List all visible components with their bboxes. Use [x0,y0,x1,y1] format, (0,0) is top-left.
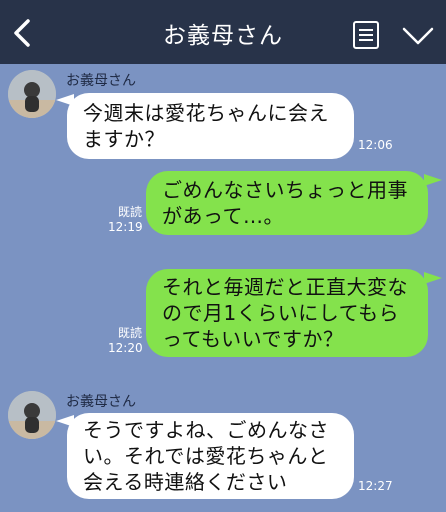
avatar[interactable] [8,70,56,118]
sender-name: お義母さん [66,394,136,410]
bubble-tail [424,272,442,284]
read-receipt: 既読 [117,205,142,219]
bubble-tail [424,174,442,186]
chevron-down-icon[interactable] [402,26,434,46]
message-meta: 既読 12:20 [108,326,143,356]
chat-header: お義母さん [0,0,446,64]
notes-icon[interactable] [352,20,380,50]
message-bubble-outgoing[interactable]: ごめんなさいちょっと用事 があって…。 [146,171,428,235]
avatar[interactable] [8,391,56,439]
message-bubble-outgoing[interactable]: それと毎週だと正直大変な ので月1くらいにしてもら ってもいいですか？ [146,269,428,357]
message-time: 12:27 [358,479,393,493]
message-text: 今週末は愛花ちゃんに会え ますか？ [83,101,329,151]
message-time: 12:06 [358,138,393,152]
message-bubble-incoming[interactable]: そうですよね、ごめんなさ い。それでは愛花ちゃんと 会える時連絡ください [67,413,354,499]
message-text: そうですよね、ごめんなさ い。それでは愛花ちゃんと 会える時連絡ください [83,418,329,494]
message-time: 12:19 [108,220,143,234]
message-text: ごめんなさいちょっと用事 があって…。 [162,178,408,228]
read-receipt: 既読 [117,326,142,340]
message-text: それと毎週だと正直大変な ので月1くらいにしてもら ってもいいですか？ [162,275,408,351]
sender-name: お義母さん [66,73,136,89]
message-meta: 既読 12:19 [108,205,143,235]
message-bubble-incoming[interactable]: 今週末は愛花ちゃんに会え ますか？ [67,93,354,159]
message-time: 12:20 [108,341,143,355]
